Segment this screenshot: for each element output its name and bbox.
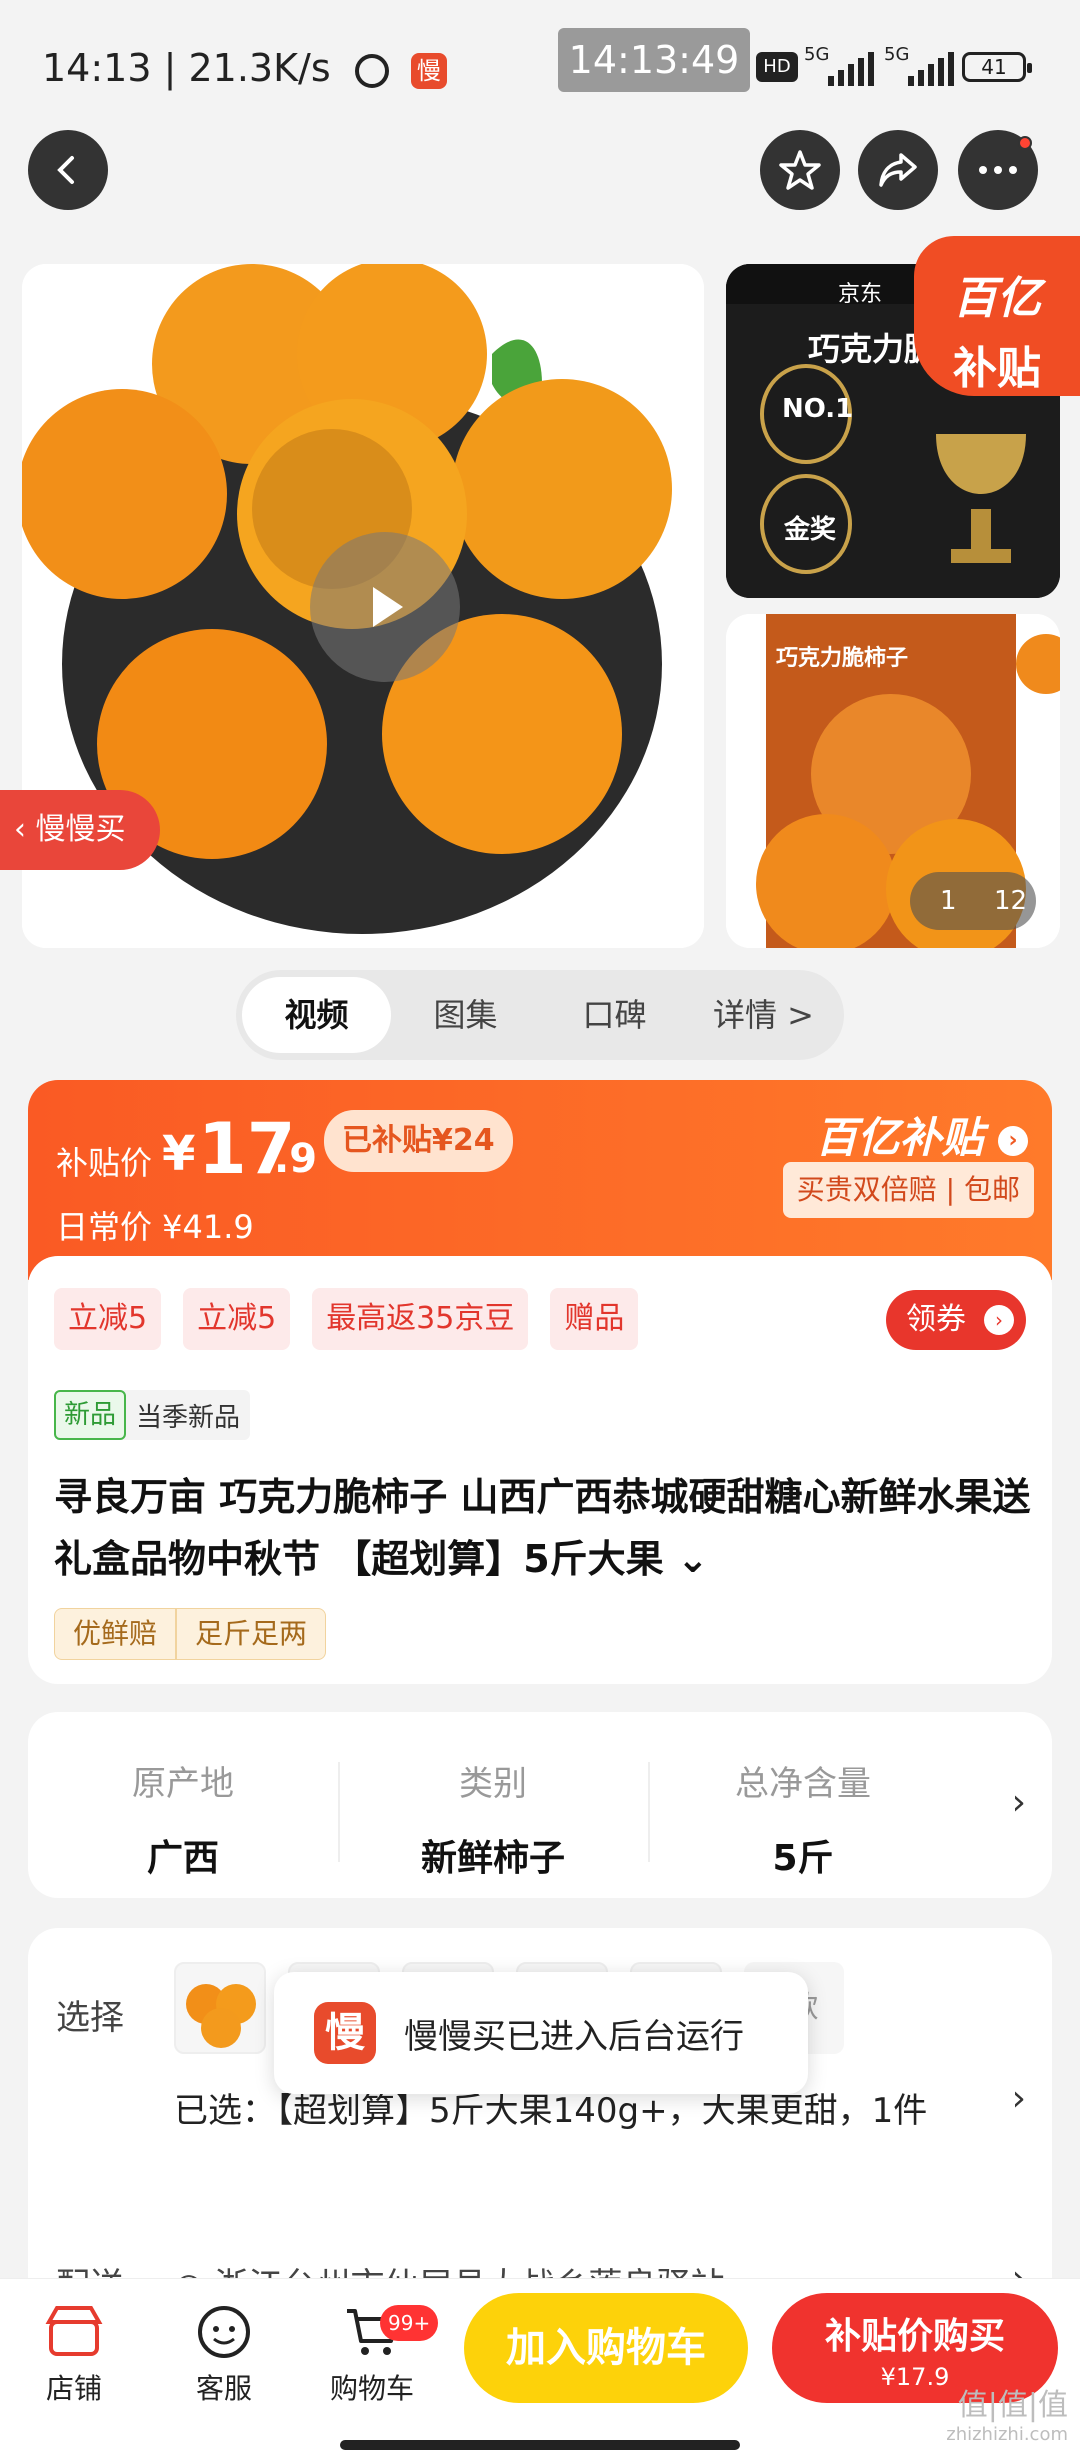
more-button[interactable] (958, 130, 1038, 210)
image-pager: 1 12 (910, 872, 1036, 930)
share-icon (879, 153, 917, 187)
product-title[interactable]: 寻良万亩 巧克力脆柿子 山西广西恭城硬甜糖心新鲜水果送礼盒品物中秋节 【超划算】… (54, 1466, 1034, 1590)
back-button[interactable] (28, 130, 108, 210)
more-icon (979, 166, 1017, 174)
store-button[interactable]: 店铺 (14, 2297, 134, 2407)
service-button[interactable]: 客服 (164, 2297, 284, 2407)
get-coupon-button[interactable]: 领券 › (886, 1290, 1026, 1350)
thumb2-title: 巧克力脆柿子 (776, 646, 909, 671)
net-speed: 21.3K/s (188, 46, 331, 90)
notification-dot (1018, 136, 1032, 150)
bottom-action-bar: 店铺 客服 购物车 99+ 加入购物车 补贴价购买 ¥17.9 (0, 2278, 1080, 2460)
product-info-card: 立减5 立减5 最高返35京豆 赠品 领券 › 新品 当季新品 寻良万亩 巧克力… (28, 1256, 1052, 1684)
signal-icon: 5G (804, 44, 874, 86)
select-label: 选择 (56, 1998, 124, 2038)
screen-clock: 14:13:49 (558, 28, 750, 92)
chevron-left-icon: ‹ (14, 812, 36, 847)
play-button[interactable] (310, 532, 460, 682)
toast-message: 慢慢买已进入后台运行 (404, 2016, 744, 2057)
attribute-category: 类别 新鲜柿子 (338, 1712, 648, 1898)
chevron-right-icon[interactable]: › (1012, 2078, 1026, 2119)
customer-service-icon (198, 2306, 250, 2358)
play-icon (373, 587, 403, 627)
alarm-icon (354, 53, 389, 88)
home-indicator[interactable] (340, 2440, 740, 2450)
price-decimal: .9 (274, 1136, 318, 1182)
status-time: 14:13 (42, 46, 152, 90)
new-badge-text: 当季新品 (136, 1402, 241, 1433)
background-toast: 慢 慢慢买已进入后台运行 (274, 1972, 808, 2094)
variant-swatch[interactable] (174, 1962, 266, 2054)
battery-icon: 41 (962, 52, 1032, 82)
daily-price: 日常价 ¥41.9 (56, 1208, 254, 1246)
signal-icon-2: 5G (884, 44, 954, 86)
add-to-cart-button[interactable]: 加入购物车 (464, 2293, 748, 2403)
attributes-card[interactable]: 原产地 广西 类别 新鲜柿子 总净含量 5斤 › (28, 1712, 1052, 1898)
back-icon (57, 156, 74, 184)
favorite-button[interactable] (760, 130, 840, 210)
coupon-tag[interactable]: 立减5 (183, 1288, 291, 1350)
tab-video[interactable]: 视频 (242, 977, 391, 1053)
subsidized-amount: 已补贴¥24 (324, 1110, 513, 1172)
hd-icon: HD (756, 52, 798, 82)
attribute-weight: 总净含量 5斤 (648, 1712, 958, 1898)
thumb1-gold: 金奖 (784, 515, 837, 545)
coupon-tag[interactable]: 最高返35京豆 (312, 1288, 529, 1350)
thumbnail-persimmon[interactable]: 巧克力脆柿子 1 12 (726, 614, 1060, 948)
yen-symbol: ¥ (162, 1126, 196, 1182)
watermark: 值|值|值 zhizhizhi.com (946, 2388, 1068, 2445)
price-guarantee: 买贵双倍赔 | 包邮 (782, 1162, 1034, 1218)
slowbuy-app-icon: 慢 (410, 52, 447, 89)
guarantee-item: 足斤足两 (175, 1609, 325, 1659)
guarantee-item: 优鲜赔 (73, 1617, 158, 1650)
arrow-right-icon: › (984, 1305, 1014, 1335)
share-button[interactable] (858, 130, 938, 210)
thumb1-no1: NO.1 (782, 394, 854, 424)
new-product-tag: 新品 当季新品 (54, 1390, 251, 1440)
slowbuy-float-button[interactable]: ‹ 慢慢买 (0, 790, 160, 870)
media-tabs: 视频 图集 口碑 详情 > (236, 970, 844, 1060)
tab-details[interactable]: 详情 > (689, 977, 838, 1053)
coupon-tag[interactable]: 赠品 (550, 1288, 639, 1350)
store-icon (45, 2306, 103, 2356)
cart-count-badge: 99+ (380, 2305, 439, 2341)
star-icon (779, 150, 821, 190)
status-left: 14:13 | 21.3K/s 慢 (42, 46, 447, 90)
coupon-list: 立减5 立减5 最高返35京豆 赠品 (54, 1288, 639, 1350)
subsidy-price-label: 补贴价 (56, 1144, 153, 1182)
service-guarantees[interactable]: 优鲜赔 足斤足两 (54, 1608, 327, 1660)
status-bar: 14:13 | 21.3K/s 慢 14:13:49 HD 5G 5G 41 (0, 0, 1080, 130)
variant-image (186, 1984, 256, 2048)
cart-button[interactable]: 购物车 99+ (312, 2297, 439, 2407)
arrow-right-icon: › (998, 1125, 1028, 1156)
billion-subsidy-link[interactable]: 百亿补贴 › (815, 1104, 1028, 1165)
tab-gallery[interactable]: 图集 (391, 977, 540, 1053)
new-badge: 新品 (54, 1390, 127, 1440)
thumb1-brand: 京东 (838, 282, 883, 307)
attribute-origin: 原产地 广西 (132, 1764, 234, 1879)
subsidy-corner-tag: 百亿 补贴 (914, 236, 1080, 396)
price-banner: 补贴价 ¥ 17 .9 已补贴¥24 日常价 ¥41.9 百亿补贴 › 买贵双倍… (28, 1080, 1052, 1280)
tab-reviews[interactable]: 口碑 (540, 977, 689, 1053)
chevron-right-icon[interactable]: › (1012, 1782, 1026, 1823)
slowbuy-app-icon: 慢 (314, 2002, 376, 2064)
coupon-tag[interactable]: 立减5 (54, 1288, 162, 1350)
